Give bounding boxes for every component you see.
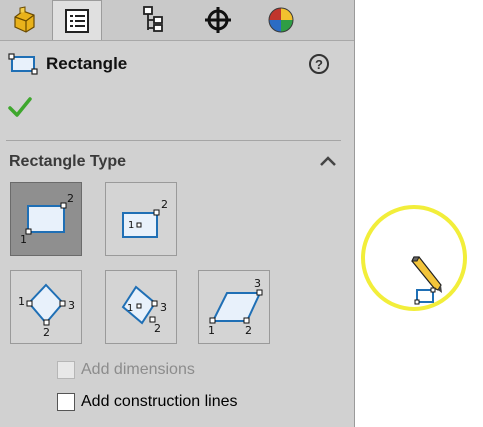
svg-text:2: 2 — [245, 324, 252, 337]
section-title: Rectangle Type — [9, 153, 127, 170]
svg-text:3: 3 — [68, 299, 75, 312]
svg-text:1: 1 — [127, 303, 133, 314]
checkbox-box[interactable] — [57, 361, 75, 379]
tab-display-manager[interactable] — [256, 0, 306, 40]
checkbox-box[interactable] — [57, 393, 75, 411]
tab-property-manager[interactable] — [52, 0, 102, 40]
sketch-rectangle-cursor — [408, 255, 448, 312]
parallelogram-button[interactable]: 3 2 1 — [198, 270, 270, 344]
svg-text:1: 1 — [18, 295, 25, 308]
corner-rectangle-icon: 2 1 — [20, 192, 74, 246]
3-point-center-rectangle-button[interactable]: 1 3 2 — [105, 270, 177, 344]
svg-text:2: 2 — [161, 198, 168, 211]
3-point-corner-rectangle-button[interactable]: 1 3 2 — [10, 270, 82, 344]
svg-text:1: 1 — [208, 324, 215, 337]
help-button[interactable]: ? — [309, 54, 329, 74]
configuration-manager-icon — [143, 6, 163, 32]
feature-header: Rectangle — [8, 52, 127, 76]
checkmark-icon — [8, 97, 32, 117]
feature-manager-icon — [14, 6, 35, 33]
feature-title: Rectangle — [46, 54, 128, 73]
svg-text:2: 2 — [67, 192, 74, 205]
chevron-up-icon — [320, 156, 336, 166]
tab-dimxpert-manager[interactable] — [193, 0, 243, 40]
center-rectangle-button[interactable]: 1 2 — [105, 182, 177, 256]
add-construction-lines-checkbox[interactable]: Add construction lines — [57, 393, 238, 411]
svg-text:2: 2 — [43, 326, 50, 339]
svg-text:1: 1 — [20, 233, 27, 246]
display-manager-icon — [268, 7, 294, 33]
add-dimensions-label: Add dimensions — [81, 361, 195, 378]
parallelogram-icon: 3 2 1 — [208, 277, 263, 337]
divider — [6, 140, 341, 141]
corner-rectangle-button[interactable]: 2 1 — [10, 182, 82, 256]
tab-feature-manager[interactable] — [0, 0, 50, 40]
center-rectangle-icon: 1 2 — [122, 198, 168, 238]
3-point-center-rectangle-icon: 1 3 2 — [121, 285, 167, 335]
3-point-corner-rectangle-icon: 1 3 2 — [18, 283, 75, 339]
add-dimensions-checkbox[interactable]: Add dimensions — [57, 361, 195, 379]
add-construction-lines-label: Add construction lines — [81, 393, 238, 410]
svg-text:3: 3 — [254, 277, 261, 290]
ok-button[interactable] — [8, 96, 32, 123]
svg-text:2: 2 — [154, 322, 161, 335]
collapse-section-button[interactable] — [318, 154, 338, 173]
svg-text:1: 1 — [128, 220, 134, 231]
property-manager-icon — [65, 8, 89, 33]
manager-tabs — [0, 0, 354, 41]
property-manager-panel: Rectangle ? Rectangle Type 2 1 1 2 1 3 2… — [0, 0, 355, 427]
dimxpert-icon — [205, 7, 231, 33]
pencil-rectangle-cursor-icon — [411, 256, 442, 305]
svg-text:3: 3 — [160, 301, 167, 314]
rectangle-icon — [8, 53, 38, 75]
tab-configuration-manager[interactable] — [128, 0, 178, 40]
